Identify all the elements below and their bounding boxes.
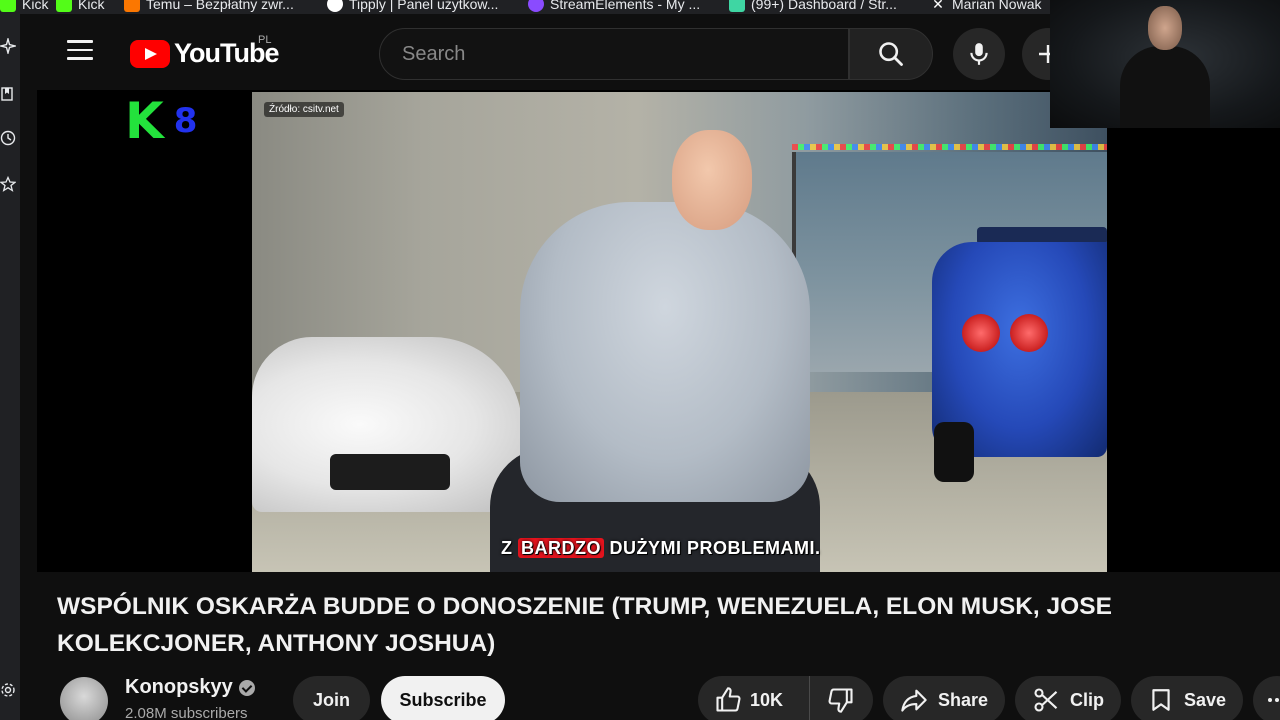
save-label: Save	[1183, 689, 1227, 710]
save-button[interactable]: Save	[1131, 676, 1243, 720]
bookmark-label: Tipply | Panel użytkow...	[349, 0, 499, 12]
bookmark-kick-1[interactable]: Kick	[0, 0, 48, 14]
bookmark-dashboard[interactable]: (99+) Dashboard / Str...	[729, 0, 897, 14]
like-dislike-group: 10K	[698, 676, 873, 720]
bookmark-label: Kick	[22, 0, 49, 12]
overlay-logo-letter: K	[125, 92, 164, 150]
like-icon	[716, 687, 741, 712]
browser-side-rail	[0, 14, 20, 720]
clip-button[interactable]: Clip	[1015, 676, 1121, 720]
dashboard-icon	[729, 0, 745, 12]
blue-car-tire	[934, 422, 974, 482]
settings-icon[interactable]	[0, 682, 16, 698]
verified-icon	[238, 679, 255, 696]
subtitle-part: Z	[501, 538, 513, 558]
bookmark-x-profile[interactable]: ✕ Marian Nowak	[930, 0, 1041, 14]
taillight	[962, 314, 1000, 352]
temu-icon	[124, 0, 140, 12]
x-icon: ✕	[932, 0, 944, 12]
bookmark-label: (99+) Dashboard / Str...	[751, 0, 897, 12]
person-head	[672, 130, 752, 230]
channel-name[interactable]: Konopskyy	[125, 676, 233, 699]
dislike-icon	[828, 688, 853, 713]
subscribe-button[interactable]: Subscribe	[381, 676, 505, 720]
mic-icon	[970, 43, 988, 65]
webcam-overlay	[1050, 0, 1280, 128]
person-hoodie	[520, 202, 810, 502]
bookmark-streamelements[interactable]: StreamElements - My ...	[528, 0, 700, 14]
channel-name-row[interactable]: Konopskyy	[125, 676, 255, 699]
bookmark-tipply[interactable]: Tipply | Panel użytkow...	[327, 0, 498, 14]
like-button[interactable]: 10K	[698, 676, 810, 720]
tipply-icon	[327, 0, 343, 12]
more-icon	[1268, 698, 1279, 702]
webcam-person-torso	[1120, 46, 1210, 128]
dislike-button[interactable]	[810, 676, 872, 720]
search-button[interactable]	[849, 28, 933, 80]
youtube-play-icon	[130, 39, 170, 68]
save-icon	[1152, 689, 1170, 711]
subtitle-highlight: BARDZO	[518, 538, 605, 558]
history-icon[interactable]	[0, 130, 16, 146]
search-box	[379, 28, 849, 80]
star-icon[interactable]	[0, 176, 16, 192]
webcam-person-face	[1148, 6, 1182, 50]
video-title: WSPÓLNIK OSKARŻA BUDDE O DONOSZENIE (TRU…	[57, 593, 1112, 657]
voice-search-button[interactable]	[953, 28, 1005, 80]
menu-icon[interactable]	[67, 40, 93, 62]
video-player[interactable]: K 8 Źródło: csitv.net Z BARDZO DUŻYMI PR…	[37, 90, 1280, 572]
join-button[interactable]: Join	[293, 676, 370, 720]
kick-icon	[0, 0, 16, 12]
subtitle-part: DUŻYMI PROBLEMAMI.	[609, 538, 821, 558]
share-icon	[901, 689, 927, 712]
bookmark-kick-2[interactable]: Kick	[56, 0, 104, 14]
share-label: Share	[937, 689, 989, 710]
clip-icon	[1034, 688, 1058, 712]
bookmark-label: Kick	[78, 0, 105, 12]
youtube-logo[interactable]: YouTube PL	[130, 34, 279, 69]
bookmark-label: Marian Nowak	[952, 0, 1042, 12]
bookmarks-icon[interactable]	[0, 86, 16, 102]
streamelements-icon	[528, 0, 544, 12]
video-subtitle: Z BARDZO DUŻYMI PROBLEMAMI.	[501, 538, 821, 559]
string-lights	[792, 144, 1107, 150]
taillight	[1010, 314, 1048, 352]
country-code: PL	[258, 34, 272, 46]
overlay-logo-number: 8	[173, 101, 198, 141]
search-icon	[879, 42, 903, 66]
like-count: 10K	[750, 689, 784, 710]
channel-avatar[interactable]	[60, 677, 108, 720]
bookmark-label: Temu – Bezpłatny zwr...	[146, 0, 294, 12]
share-button[interactable]: Share	[883, 676, 1005, 720]
sparkle-icon[interactable]	[0, 38, 16, 54]
video-frame: Źródło: csitv.net Z BARDZO DUŻYMI PROBLE…	[252, 92, 1107, 572]
white-car-grille	[330, 454, 450, 490]
source-watermark: Źródło: csitv.net	[264, 102, 344, 117]
subscriber-count: 2.08M subscribers	[125, 705, 248, 720]
bookmark-temu[interactable]: Temu – Bezpłatny zwr...	[124, 0, 294, 14]
channel-overlay-logo: K 8	[125, 96, 197, 146]
kick-icon	[56, 0, 72, 12]
bookmark-label: StreamElements - My ...	[550, 0, 701, 12]
clip-label: Clip	[1070, 689, 1104, 710]
search-input[interactable]	[380, 29, 848, 79]
